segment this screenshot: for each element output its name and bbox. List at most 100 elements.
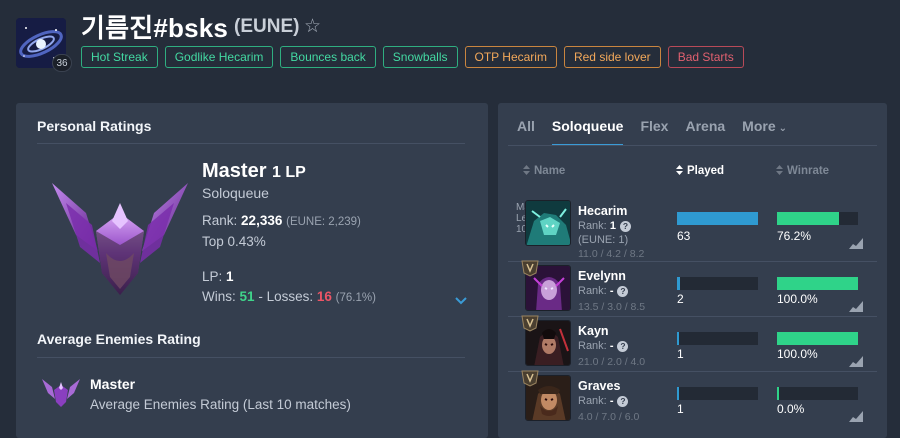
champion-kda: 4.0 / 7.0 / 6.0 (578, 411, 640, 423)
played-bar (677, 212, 758, 225)
played-bar (677, 277, 758, 290)
winrate-bar (777, 332, 858, 345)
tab-more[interactable]: More ⌄ (742, 118, 787, 146)
rank-value: 22,336 (241, 213, 283, 228)
champion-name: Evelynn (578, 269, 626, 283)
column-header-name[interactable]: Name (523, 165, 565, 177)
mastery-badge-icon (521, 370, 539, 387)
personal-ratings-title: Personal Ratings (37, 118, 152, 134)
champion-kda: 11.0 / 4.2 / 8.2 (578, 248, 645, 260)
help-icon[interactable]: ? (617, 286, 629, 297)
chevron-down-icon[interactable] (454, 296, 468, 306)
champion-kda: 21.0 / 2.0 / 4.0 (578, 356, 646, 368)
divider (37, 143, 465, 144)
tag-bad-starts[interactable]: Bad Starts (667, 46, 744, 68)
winrate-percent: 100.0% (777, 292, 818, 306)
champion-rank-label: Rank: (578, 395, 607, 407)
mastery-badge-icon (521, 260, 539, 277)
played-count: 2 (677, 292, 684, 306)
champion-row[interactable]: Graves Rank: -? 4.0 / 7.0 / 6.0 1 0.0% (508, 370, 877, 426)
winrate-bar-fill (777, 387, 779, 400)
favorite-star-icon[interactable]: ☆ (304, 15, 321, 38)
help-icon[interactable]: ? (619, 221, 631, 232)
tabs-divider (508, 145, 877, 146)
champion-rank: Rank: -? (578, 395, 629, 407)
champion-name: Hecarim (578, 204, 628, 218)
played-bar (677, 332, 758, 345)
played-bar-fill (677, 277, 680, 290)
champion-rank-value: 1 (609, 220, 616, 232)
personal-ratings-panel: Personal Ratings Master 1 LP Soloqueue R… (16, 103, 488, 438)
trend-chart-icon[interactable] (849, 356, 863, 367)
tab-all[interactable]: All (517, 118, 535, 146)
column-header-played[interactable]: Played (676, 165, 724, 177)
champion-rank-value: - (609, 285, 614, 297)
lp-value: 1 (226, 269, 234, 284)
summoner-name: 기름진#bsks (81, 13, 229, 43)
trend-chart-icon[interactable] (849, 238, 863, 249)
sort-icon (776, 165, 783, 175)
champion-name: Kayn (578, 324, 609, 338)
champion-stats-panel: All Soloqueue Flex Arena More ⌄ Name Play… (498, 103, 887, 438)
column-played-label: Played (687, 165, 725, 177)
profile-header: 36 기름진#bsks (EUNE) ☆ Hot Streak Godlike … (0, 0, 900, 90)
tab-flex[interactable]: Flex (640, 118, 668, 146)
champion-row[interactable]: Kayn Rank: -? 21.0 / 2.0 / 4.0 1 100.0% (508, 315, 877, 371)
wins-losses-separator: - (258, 289, 263, 304)
tab-soloqueue[interactable]: Soloqueue (551, 118, 624, 146)
champion-rank-value: - (609, 340, 614, 352)
champion-kda: 13.5 / 3.0 / 8.5 (578, 301, 646, 313)
trend-chart-icon[interactable] (849, 301, 863, 312)
winrate-percent: 76.2% (777, 229, 812, 243)
mastery-badge-icon (521, 315, 539, 332)
help-icon[interactable]: ? (617, 396, 629, 407)
played-bar-fill (677, 212, 758, 225)
champion-rank: Rank: 1? (578, 220, 631, 232)
sort-icon (523, 165, 530, 175)
tag-red-side-lover[interactable]: Red side lover (563, 46, 661, 68)
lp-line: LP: 1 (202, 269, 234, 284)
tag-godlike-hecarim[interactable]: Godlike Hecarim (164, 46, 274, 68)
profile-tags: Hot Streak Godlike Hecarim Bounces back … (81, 46, 744, 68)
tag-snowballs[interactable]: Snowballs (382, 46, 458, 68)
rank-queue: Soloqueue (202, 185, 269, 201)
champion-row[interactable]: Mas Leve 10 Hecarim Rank: 1? (EUNE: 1) 1… (508, 196, 877, 260)
summoner-region: (EUNE) (234, 16, 300, 37)
trend-chart-icon[interactable] (849, 411, 863, 422)
champion-portrait-hecarim[interactable] (525, 200, 571, 246)
rank-label: Rank: (202, 213, 238, 228)
tag-otp-hecarim[interactable]: OTP Hecarim (464, 46, 557, 68)
column-header-winrate[interactable]: Winrate (776, 165, 829, 177)
played-bar (677, 387, 758, 400)
help-icon[interactable]: ? (617, 341, 629, 352)
winrate-bar (777, 277, 858, 290)
champion-row[interactable]: Evelynn Rank: -? 13.5 / 3.0 / 8.5 2 100.… (508, 260, 877, 316)
master-rank-emblem-icon (52, 183, 188, 295)
average-enemies-tier: Master (90, 376, 136, 392)
tag-hot-streak[interactable]: Hot Streak (81, 46, 158, 68)
queue-tabs: All Soloqueue Flex Arena More ⌄ (517, 118, 804, 146)
top-percent: Top 0.43% (202, 234, 266, 249)
hecarim-portrait-icon (526, 201, 570, 245)
wins-value: 51 (239, 289, 255, 304)
tag-bounces-back[interactable]: Bounces back (280, 46, 376, 68)
rank-tier-name: Master (202, 160, 267, 182)
column-winrate-label: Winrate (787, 165, 830, 177)
played-bar-fill (677, 387, 679, 400)
average-enemies-title: Average Enemies Rating (37, 331, 201, 347)
rank-region-value: (EUNE: 2,239) (286, 216, 361, 228)
tab-arena[interactable]: Arena (685, 118, 725, 146)
winrate-percent: 100.0% (777, 347, 818, 361)
winrate-bar (777, 212, 858, 225)
losses-value: 16 (316, 289, 332, 304)
winrate-bar-fill (777, 277, 858, 290)
champion-rank-label: Rank: (578, 220, 607, 232)
winrate-value: (76.1%) (335, 292, 376, 304)
column-name-label: Name (534, 165, 566, 177)
played-count: 1 (677, 347, 684, 361)
played-count: 1 (677, 402, 684, 416)
master-rank-small-icon (42, 379, 80, 407)
losses-label: Losses: (266, 289, 314, 304)
rank-position: Rank: 22,336 (EUNE: 2,239) (202, 213, 361, 228)
champion-rank-value: - (609, 395, 614, 407)
